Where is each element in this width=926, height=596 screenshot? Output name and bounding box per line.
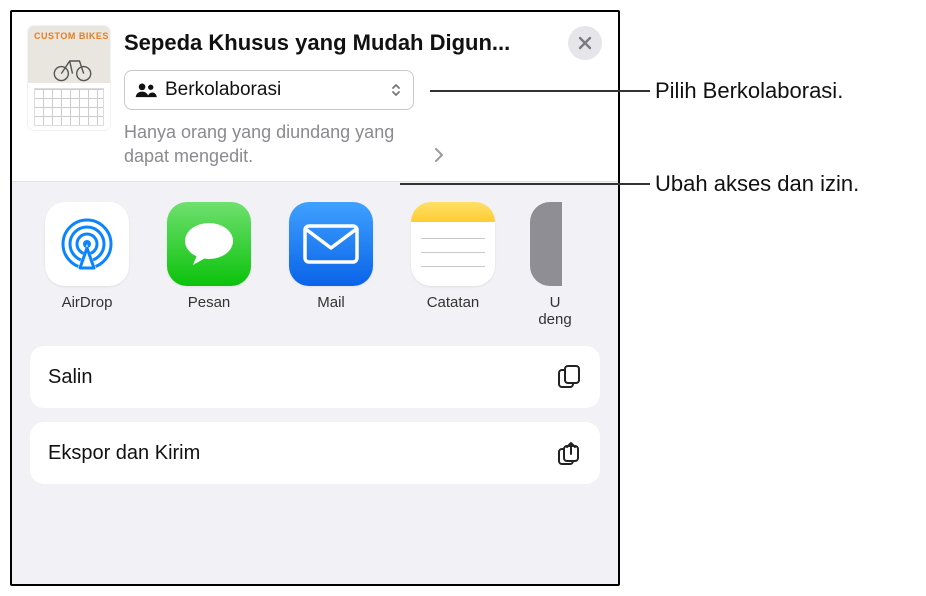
document-thumbnail: CUSTOM BIKES — [28, 26, 110, 130]
app-label: Mail — [317, 294, 345, 311]
copy-icon — [556, 364, 582, 390]
action-label: Salin — [48, 366, 92, 389]
mail-icon — [303, 224, 359, 264]
share-body: AirDrop Pesan — [12, 182, 618, 584]
share-app-mail[interactable]: Mail — [286, 202, 376, 329]
share-app-notes[interactable]: Catatan — [408, 202, 498, 329]
action-label: Ekspor dan Kirim — [48, 442, 200, 465]
share-app-messages[interactable]: Pesan — [164, 202, 254, 329]
app-label: U deng — [530, 294, 580, 329]
document-title: Sepeda Khusus yang Mudah Digun... — [124, 30, 558, 56]
share-app-partial[interactable]: U deng — [530, 202, 585, 329]
callout-permission: Ubah akses dan izin. — [655, 171, 859, 197]
copy-action[interactable]: Salin — [30, 346, 600, 408]
share-app-airdrop[interactable]: AirDrop — [42, 202, 132, 329]
permission-text: Hanya orang yang diundang yang dapat men… — [124, 120, 426, 169]
calendar-grid-icon — [34, 88, 104, 126]
app-label: AirDrop — [62, 294, 113, 311]
collaborate-dropdown[interactable]: Berkolaborasi — [124, 70, 414, 110]
share-header: CUSTOM BIKES Sepeda Khusus yang Mudah Di… — [12, 12, 618, 182]
bicycle-icon — [50, 54, 95, 82]
close-button[interactable] — [568, 26, 602, 60]
messages-icon — [181, 219, 237, 269]
share-sheet: CUSTOM BIKES Sepeda Khusus yang Mudah Di… — [10, 10, 620, 586]
updown-chevron-icon — [389, 83, 403, 97]
thumbnail-tag: CUSTOM BIKES — [34, 32, 109, 41]
people-icon — [135, 82, 157, 98]
export-action[interactable]: Ekspor dan Kirim — [30, 422, 600, 484]
callout-collaborate: Pilih Berkolaborasi. — [655, 78, 843, 104]
share-actions: Salin Ekspor dan Kirim — [12, 346, 618, 484]
chevron-right-icon — [434, 148, 444, 162]
app-label: Catatan — [427, 294, 480, 311]
collaborate-label: Berkolaborasi — [165, 79, 381, 101]
share-apps-row: AirDrop Pesan — [12, 202, 618, 329]
permission-row[interactable]: Hanya orang yang diundang yang dapat men… — [124, 120, 444, 169]
callout-line — [430, 90, 650, 92]
export-icon — [556, 440, 582, 466]
notes-icon — [411, 202, 495, 286]
app-label: Pesan — [188, 294, 231, 311]
partial-app-icon — [530, 202, 562, 286]
airdrop-icon — [57, 214, 117, 274]
callout-line — [400, 183, 650, 185]
close-icon — [578, 36, 592, 50]
